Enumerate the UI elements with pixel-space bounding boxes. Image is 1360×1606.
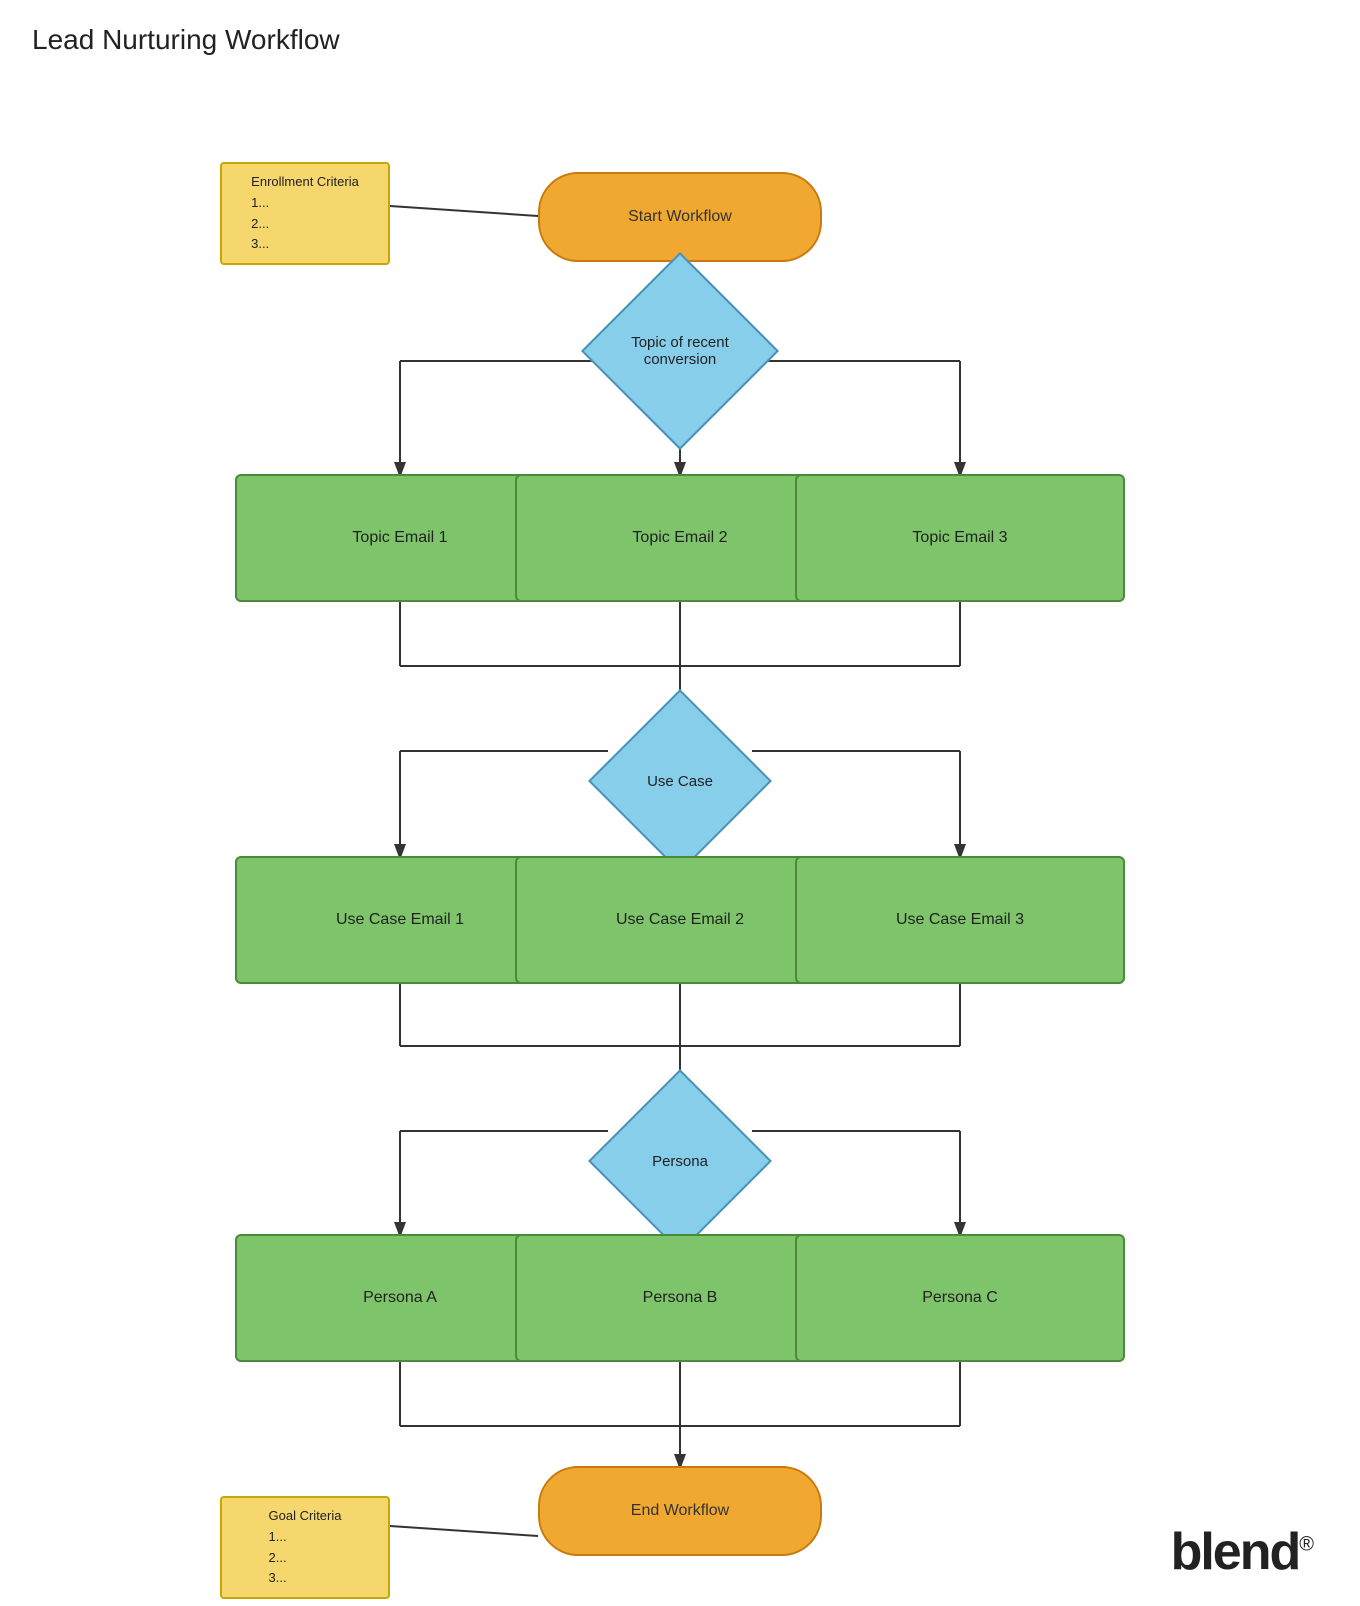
enrollment-criteria-label: Enrollment Criteria 1... 2... 3... [251, 172, 359, 255]
enrollment-criteria-node: Enrollment Criteria 1... 2... 3... [220, 162, 390, 265]
blend-logo: blend® [1171, 1522, 1312, 1582]
topic-recent-conversion-node[interactable]: Topic of recent conversion [574, 276, 786, 426]
topic-email-3-node[interactable]: Topic Email 3 [795, 474, 1125, 602]
goal-criteria-label: Goal Criteria 1... 2... 3... [269, 1506, 342, 1589]
end-workflow-node[interactable]: End Workflow [538, 1466, 822, 1556]
persona-c-node[interactable]: Persona C [795, 1234, 1125, 1362]
use-case-node[interactable]: Use Case [610, 711, 750, 851]
use-case-email-3-node[interactable]: Use Case Email 3 [795, 856, 1125, 984]
goal-criteria-node: Goal Criteria 1... 2... 3... [220, 1496, 390, 1599]
diagram: Enrollment Criteria 1... 2... 3... Start… [0, 66, 1360, 1606]
start-workflow-node[interactable]: Start Workflow [538, 172, 822, 262]
persona-node[interactable]: Persona [610, 1091, 750, 1231]
page-title: Lead Nurturing Workflow [0, 0, 1360, 56]
